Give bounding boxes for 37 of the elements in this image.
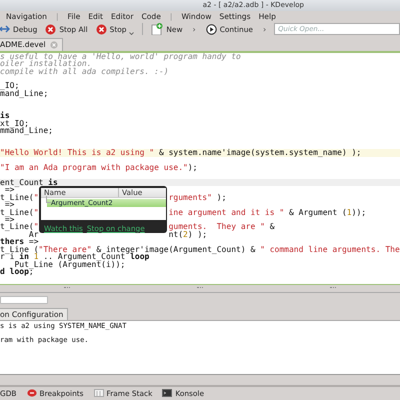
code-text: t_Line(" [0,194,39,202]
breakpoint-icon [26,389,36,398]
code-text: compile with all ada compilers. :-) [0,68,169,76]
chevron-icon: › [256,24,272,34]
close-icon [50,40,58,49]
code-text: s useful to have a 'Hello, world' program handy to [0,52,241,60]
code-text: rguments" ); [168,194,226,202]
code-text: => [4,201,14,209]
code-text: "I am an Ada program with package use."); [0,164,198,172]
code-text: ine argument and it is " & Argument (1)); [168,208,366,216]
code-text: t_Line(" [0,208,39,216]
code-text: mand_Line; [0,90,48,98]
stop-icon [96,24,107,35]
code-text: xt_IO; [0,120,29,127]
code-text: r i in 1 .. Argument_Count loop [0,253,150,261]
code-text: Put_Line (Argument(i)); [14,260,126,268]
code-text: t_Line ("There are" & integer'image(Argument_Count) & " command line arguments. The [0,246,400,254]
code-text: => [4,186,14,194]
code-text: nt(2) ); [168,230,208,238]
frame-stack-icon [94,389,104,398]
stop-icon [45,24,56,35]
terminal-icon [162,389,172,398]
code-text: mmand_Line; [0,126,53,134]
code-text: => [4,216,14,224]
code-text: guments. They are " & [168,223,275,231]
code-text: is [0,112,10,120]
filter-field[interactable] [0,296,48,304]
debug-icon [0,25,10,34]
code-text: Ar [28,230,39,238]
code-text: oiler installation. [0,60,92,68]
code-text: thers => [0,238,39,246]
code-text: _IO; [0,82,20,90]
chevron-icon: › [186,24,202,34]
code-text: t_Line(" [0,223,39,231]
play-icon [206,24,217,35]
code-text: d loop; [0,268,34,276]
new-document-icon [151,23,164,36]
